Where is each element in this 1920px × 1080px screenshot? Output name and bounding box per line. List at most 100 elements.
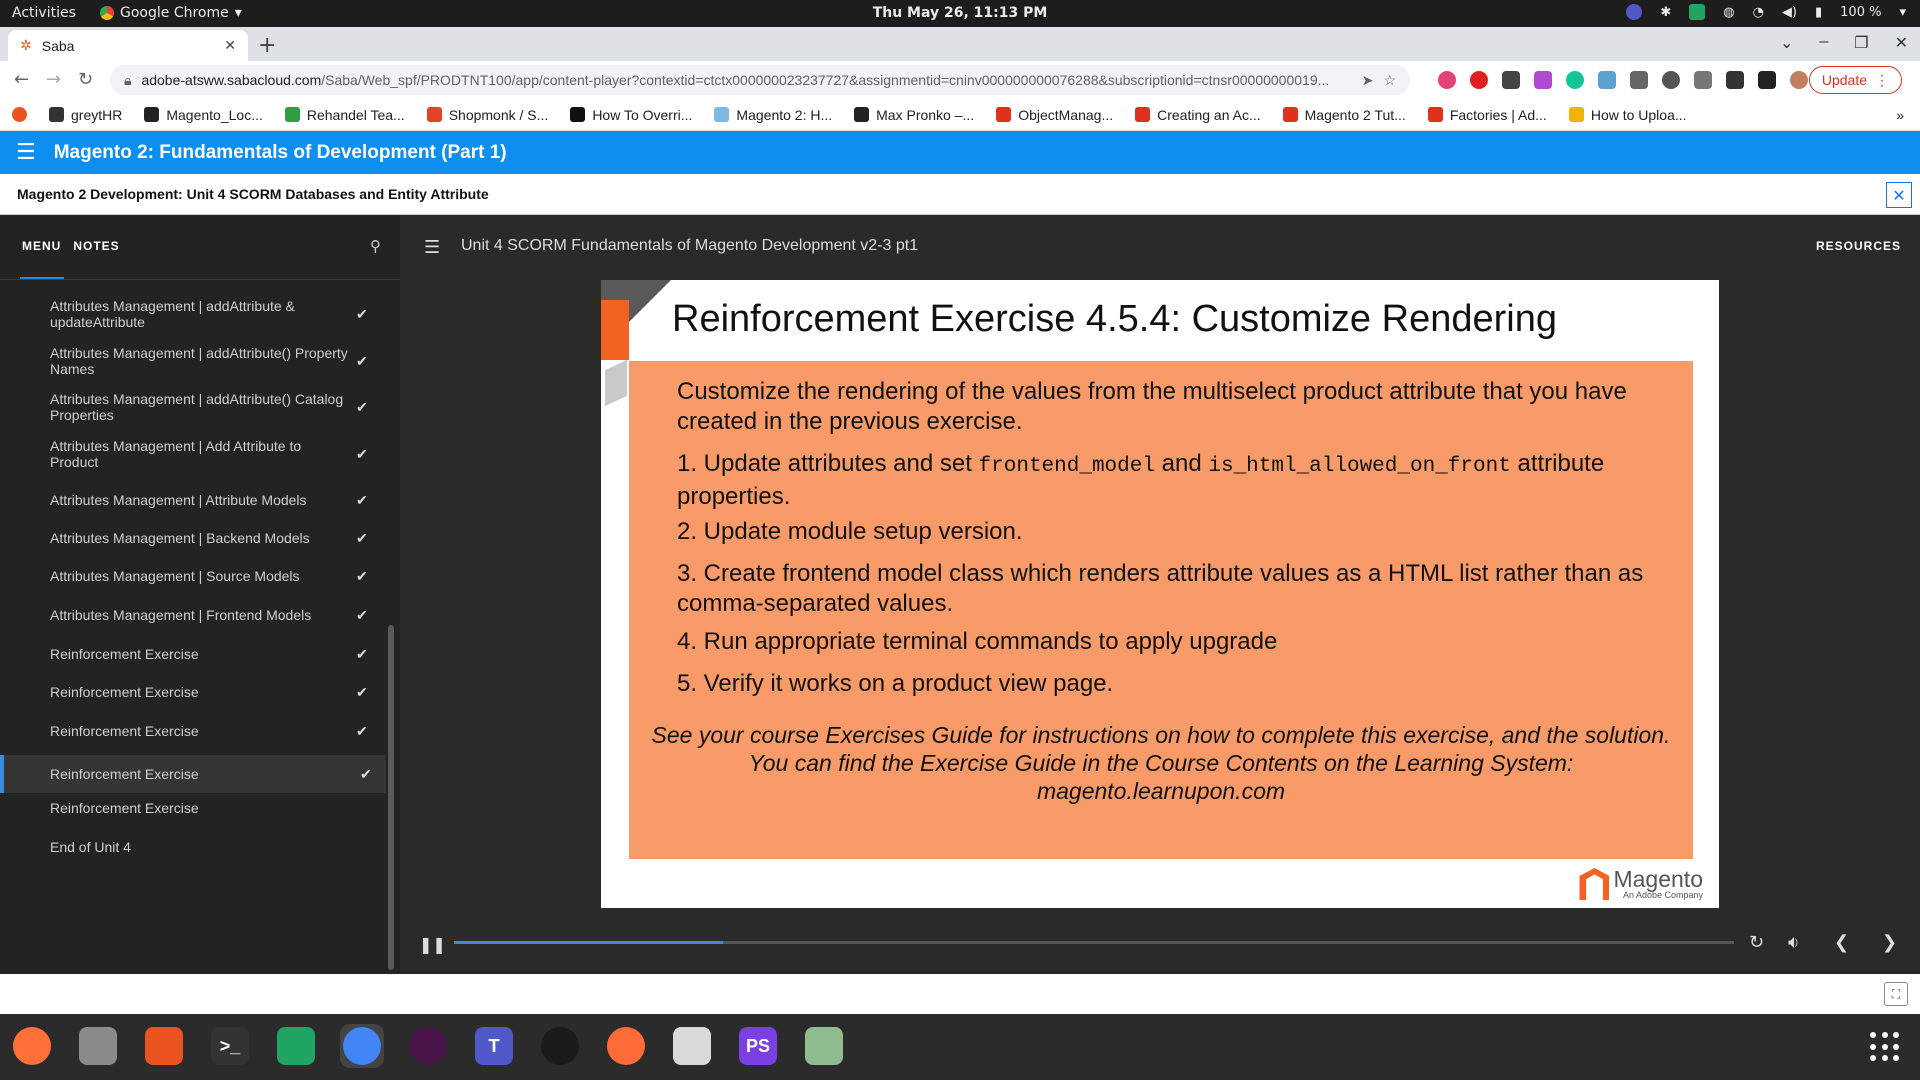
volume-icon[interactable]: 🔉︎ xyxy=(1788,932,1799,953)
apps-icon[interactable] xyxy=(12,107,27,122)
sidebar-menu-item[interactable]: Reinforcement Exercise ✔ xyxy=(0,755,386,793)
teams-icon[interactable]: T xyxy=(472,1024,516,1068)
phpstorm-icon[interactable]: PS xyxy=(736,1024,780,1068)
system-tray[interactable]: ✱ ◍ ◔ ◀) ▮ 100 % ▾ xyxy=(1626,4,1906,20)
update-button[interactable]: Update ⋮ xyxy=(1808,66,1902,94)
checkmark-icon: ✔ xyxy=(356,567,368,584)
restore-icon[interactable]: ❐ xyxy=(1854,33,1868,53)
bookmark-item[interactable]: Rehandel Tea... xyxy=(284,107,405,123)
battery-icon[interactable]: ▮ xyxy=(1815,5,1822,20)
magento-logo: Magento An Adobe Company xyxy=(1579,868,1703,900)
bookmark-item[interactable]: ObjectManag... xyxy=(996,107,1113,123)
address-bar[interactable]: 🔒︎ adobe-atsww.sabacloud.com/Saba/Web_sp… xyxy=(110,65,1410,95)
content-menu-icon[interactable]: ☰ xyxy=(424,237,440,258)
previous-slide-icon[interactable]: ❮ xyxy=(1834,932,1849,953)
tab-search-icon[interactable]: ⌄ xyxy=(1780,33,1793,53)
pause-button[interactable]: ❚❚ xyxy=(419,935,446,954)
puzzle-icon[interactable] xyxy=(1726,71,1744,89)
slide-corner-decoration xyxy=(605,359,627,407)
volume-icon[interactable]: ◀) xyxy=(1782,5,1797,20)
minimize-icon[interactable]: – xyxy=(1819,33,1828,53)
lock-icon[interactable]: 🔒︎ xyxy=(124,72,131,89)
tab-menu[interactable]: MENU xyxy=(22,239,61,253)
postman-icon[interactable] xyxy=(604,1024,648,1068)
bookmark-item[interactable]: Creating an Ac... xyxy=(1135,107,1261,123)
editor-icon[interactable] xyxy=(670,1024,714,1068)
camera-icon[interactable] xyxy=(538,1024,582,1068)
sidebar-menu-item[interactable]: Attributes Management | Source Models ✔ xyxy=(0,561,386,591)
sidebar-menu-item[interactable]: Reinforcement Exercise xyxy=(0,793,386,823)
close-window-icon[interactable]: ✕ xyxy=(1895,33,1908,53)
bookmark-star-icon[interactable]: ☆ xyxy=(1383,72,1396,89)
extension-icon[interactable] xyxy=(1502,71,1520,89)
bookmark-item[interactable]: Shopmonk / S... xyxy=(426,107,548,123)
replay-icon[interactable]: ↻ xyxy=(1749,932,1764,953)
resources-button[interactable]: RESOURCES xyxy=(1816,239,1901,253)
sidebar-menu-item[interactable]: Reinforcement Exercise ✔ xyxy=(0,677,386,707)
firefox-icon[interactable] xyxy=(10,1024,54,1068)
next-slide-icon[interactable]: ❯ xyxy=(1882,932,1897,953)
close-player-button[interactable]: ✕ xyxy=(1886,182,1912,208)
checkmark-icon: ✔ xyxy=(356,398,368,415)
globe-icon[interactable]: ◍ xyxy=(1723,5,1734,20)
sidebar-menu-item[interactable]: Attributes Management | Attribute Models… xyxy=(0,485,386,515)
slide-step-5: 5. Verify it works on a product view pag… xyxy=(677,670,1114,697)
fullscreen-icon[interactable]: ⛶ xyxy=(1884,982,1908,1006)
sidebar-menu-item[interactable]: Attributes Management | addAttribute() P… xyxy=(0,342,386,380)
more-bookmarks-icon[interactable]: » xyxy=(1896,107,1904,123)
bookmark-item[interactable]: Magento 2: H... xyxy=(714,107,832,123)
hamburger-menu-icon[interactable]: ☰ xyxy=(16,140,36,165)
files-icon[interactable] xyxy=(76,1024,120,1068)
screenshot-icon[interactable] xyxy=(802,1024,846,1068)
browser-tab[interactable]: ✲ Saba ✕ xyxy=(8,30,248,61)
new-tab-button[interactable]: + xyxy=(258,33,276,58)
extension-icon[interactable] xyxy=(1662,71,1680,89)
send-icon[interactable]: ➤ xyxy=(1362,72,1374,89)
reload-icon[interactable]: ↻ xyxy=(78,69,93,90)
teams-tray-icon[interactable] xyxy=(1626,4,1643,20)
extension-icon[interactable] xyxy=(1438,71,1456,89)
side-panel-icon[interactable] xyxy=(1758,71,1776,89)
search-icon[interactable]: ⚲ xyxy=(370,237,381,255)
sidebar-menu-item[interactable]: Attributes Management | Frontend Models ✔ xyxy=(0,600,386,630)
show-applications-icon[interactable] xyxy=(1870,1032,1900,1062)
bookmark-item[interactable]: Magento_Loc... xyxy=(144,107,263,123)
sidebar-menu-item[interactable]: Reinforcement Exercise ✔ xyxy=(0,639,386,669)
sidebar-menu-item[interactable]: Reinforcement Exercise ✔ xyxy=(0,716,386,746)
bookmark-item[interactable]: Magento 2 Tut... xyxy=(1282,107,1406,123)
menu-item-label: Attributes Management | addAttribute & u… xyxy=(50,298,295,330)
bookmark-item[interactable]: How to Uploa... xyxy=(1568,107,1687,123)
sidebar-menu-item[interactable]: Attributes Management | Add Attribute to… xyxy=(0,435,386,473)
extension-icon[interactable] xyxy=(1630,71,1648,89)
progress-bar[interactable] xyxy=(454,941,1734,944)
slack-icon[interactable] xyxy=(406,1024,450,1068)
chat-tray-icon[interactable] xyxy=(1689,4,1706,20)
close-tab-icon[interactable]: ✕ xyxy=(224,37,236,54)
chrome-icon[interactable] xyxy=(340,1024,384,1068)
avatar[interactable] xyxy=(1790,71,1808,89)
sidebar-menu-item[interactable]: Attributes Management | addAttribute() C… xyxy=(0,388,386,426)
wifi-icon[interactable]: ◔ xyxy=(1753,5,1764,20)
slack-tray-icon[interactable]: ✱ xyxy=(1660,5,1671,20)
bookmark-item[interactable]: How To Overri... xyxy=(570,107,692,123)
checkmark-icon: ✔ xyxy=(360,765,372,782)
tab-notes[interactable]: NOTES xyxy=(73,239,119,253)
extension-icon[interactable] xyxy=(1598,71,1616,89)
grammarly-icon[interactable] xyxy=(1566,71,1584,89)
sidebar-menu-item[interactable]: End of Unit 4 xyxy=(0,832,386,862)
chat-icon[interactable] xyxy=(274,1024,318,1068)
bookmark-item[interactable]: Max Pronko –... xyxy=(854,107,974,123)
sidebar-menu-item[interactable]: Attributes Management | addAttribute & u… xyxy=(0,295,386,333)
forward-icon[interactable]: → xyxy=(46,69,61,90)
extension-icon[interactable] xyxy=(1534,71,1552,89)
back-icon[interactable]: ← xyxy=(14,69,29,90)
adblock-icon[interactable] xyxy=(1470,71,1488,89)
sidebar-scrollbar[interactable] xyxy=(388,625,394,970)
chevron-down-icon[interactable]: ▾ xyxy=(1899,5,1906,20)
software-icon[interactable] xyxy=(142,1024,186,1068)
extension-icon[interactable] xyxy=(1694,71,1712,89)
bookmark-item[interactable]: Factories | Ad... xyxy=(1427,107,1547,123)
sidebar-menu-item[interactable]: Attributes Management | Backend Models ✔ xyxy=(0,523,386,553)
bookmark-item[interactable]: greytHR xyxy=(49,107,122,123)
terminal-icon[interactable]: >_ xyxy=(208,1024,252,1068)
